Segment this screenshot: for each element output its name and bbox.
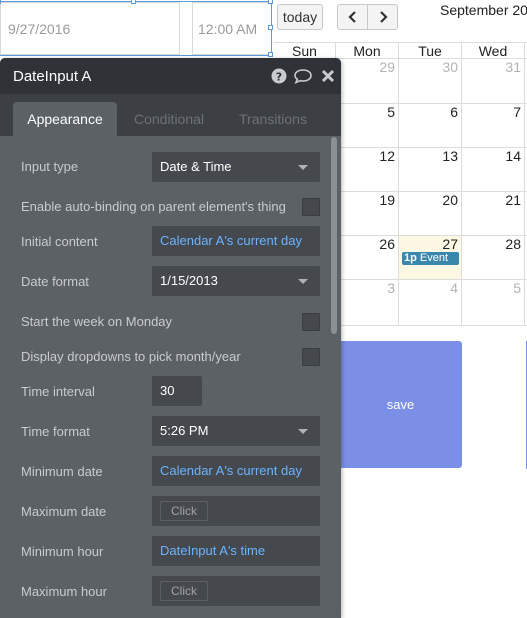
input-type-value: Date & Time xyxy=(160,159,232,174)
day-number[interactable]: 4 xyxy=(398,280,458,296)
minimum-date-label: Minimum date xyxy=(21,464,103,479)
time-input[interactable]: 12:00 AM xyxy=(192,2,272,55)
dropdowns-label: Display dropdowns to pick month/year xyxy=(21,349,241,364)
day-number-today[interactable]: 27 xyxy=(398,236,458,252)
caret-down-icon xyxy=(298,429,308,434)
day-number[interactable]: 31 xyxy=(461,59,521,75)
event-time: 1p xyxy=(404,252,417,264)
selection-handle[interactable] xyxy=(0,0,1,4)
day-number[interactable]: 12 xyxy=(335,148,395,164)
click-placeholder[interactable]: Click xyxy=(160,581,208,601)
selection-handle[interactable] xyxy=(268,52,273,57)
day-number[interactable]: 20 xyxy=(398,192,458,208)
maximum-hour-field[interactable]: Click xyxy=(152,576,320,606)
weekday-label: Tue xyxy=(418,43,442,59)
time-interval-label: Time interval xyxy=(21,384,95,399)
panel-header[interactable]: DateInput A ? xyxy=(0,58,341,94)
selection-handle[interactable] xyxy=(268,25,273,30)
time-format-label: Time format xyxy=(21,424,90,439)
week-monday-checkbox[interactable] xyxy=(302,313,320,331)
input-type-dropdown[interactable]: Date & Time xyxy=(152,152,320,182)
input-type-label: Input type xyxy=(21,159,79,174)
weekday-label: Wed xyxy=(478,43,508,59)
next-month-button[interactable] xyxy=(367,4,398,30)
auto-binding-checkbox[interactable] xyxy=(302,198,320,216)
day-number[interactable]: 13 xyxy=(398,148,458,164)
day-number[interactable]: 5 xyxy=(461,280,521,296)
today-button[interactable]: today xyxy=(277,4,323,30)
selection-handle[interactable] xyxy=(268,0,273,4)
caret-down-icon xyxy=(298,279,308,284)
save-button[interactable]: save xyxy=(339,341,462,468)
maximum-date-label: Maximum date xyxy=(21,504,107,519)
day-number[interactable]: 3 xyxy=(335,280,395,296)
maximum-date-field[interactable]: Click xyxy=(152,496,320,526)
property-editor-panel: DateInput A ? Appearance Conditional Tra… xyxy=(0,58,341,618)
week-monday-label: Start the week on Monday xyxy=(21,314,173,329)
day-number[interactable]: 6 xyxy=(398,104,458,120)
prev-month-button[interactable] xyxy=(337,4,368,30)
speech-bubble-icon[interactable] xyxy=(293,67,313,85)
chevron-right-icon xyxy=(379,11,388,23)
minimum-hour-field[interactable]: DateInput A's time xyxy=(152,536,320,566)
click-placeholder[interactable]: Click xyxy=(160,501,208,521)
auto-binding-label: Enable auto-binding on parent element's … xyxy=(21,199,286,214)
time-format-dropdown[interactable]: 5:26 PM xyxy=(152,416,320,446)
tab-bar: Appearance Conditional Transitions xyxy=(0,94,341,136)
day-number[interactable]: 19 xyxy=(335,192,395,208)
maximum-hour-label: Maximum hour xyxy=(21,584,107,599)
dropdowns-checkbox[interactable] xyxy=(302,348,320,366)
day-number[interactable]: 26 xyxy=(335,236,395,252)
day-number[interactable]: 28 xyxy=(461,236,521,252)
calendar-event[interactable]: 1p Event xyxy=(402,252,459,265)
tab-transitions[interactable]: Transitions xyxy=(225,102,321,136)
scrollbar-thumb[interactable] xyxy=(331,137,337,334)
minimum-date-field[interactable]: Calendar A's current day xyxy=(152,456,320,486)
tab-conditional[interactable]: Conditional xyxy=(121,102,217,136)
day-number[interactable]: 30 xyxy=(398,59,458,75)
day-number[interactable]: 7 xyxy=(461,104,521,120)
date-format-label: Date format xyxy=(21,274,89,289)
tab-appearance[interactable]: Appearance xyxy=(13,102,117,136)
panel-title: DateInput A xyxy=(13,68,92,85)
day-number[interactable]: 5 xyxy=(335,104,395,120)
date-format-value: 1/15/2013 xyxy=(160,273,218,288)
initial-content-label: Initial content xyxy=(21,234,98,249)
close-icon[interactable] xyxy=(319,67,337,85)
initial-content-field[interactable]: Calendar A's current day xyxy=(152,226,320,256)
calendar-title: September 20 xyxy=(440,2,527,18)
day-number[interactable]: 14 xyxy=(461,148,521,164)
date-input[interactable]: 9/27/2016 xyxy=(0,2,180,55)
time-interval-input[interactable]: 30 xyxy=(152,376,202,406)
svg-text:?: ? xyxy=(276,71,282,84)
day-number[interactable]: 29 xyxy=(335,59,395,75)
chevron-left-icon xyxy=(347,11,356,23)
selection-handle[interactable] xyxy=(131,0,136,4)
question-circle-icon[interactable]: ? xyxy=(270,67,288,85)
caret-down-icon xyxy=(298,165,308,170)
event-title: Event xyxy=(419,252,449,264)
minimum-hour-label: Minimum hour xyxy=(21,544,104,559)
date-format-dropdown[interactable]: 1/15/2013 xyxy=(152,266,320,296)
weekday-label: Mon xyxy=(353,43,381,59)
time-format-value: 5:26 PM xyxy=(160,423,209,438)
day-number[interactable]: 21 xyxy=(461,192,521,208)
